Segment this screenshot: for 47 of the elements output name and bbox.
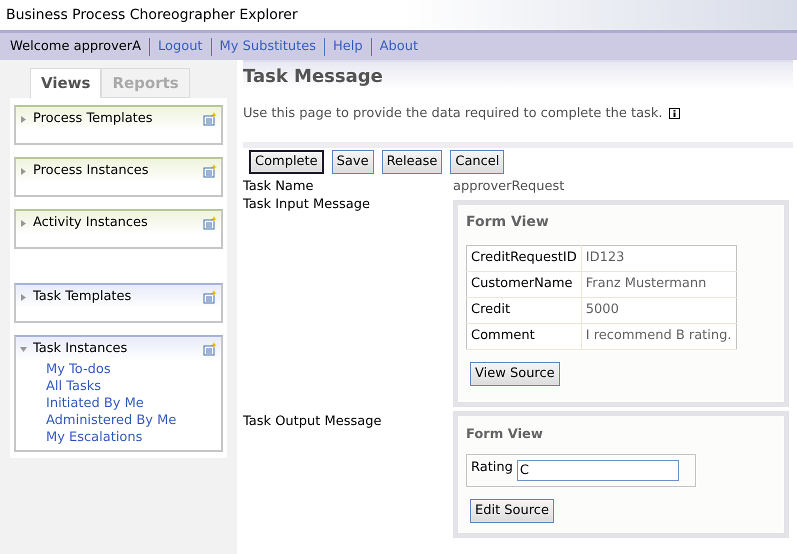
- collapsed-caret-icon[interactable]: [20, 116, 27, 122]
- view-link[interactable]: All Tasks: [46, 378, 221, 395]
- nav-link[interactable]: My Substitutes: [220, 36, 316, 56]
- table-cell: Franz Mustermann: [581, 271, 736, 297]
- field-label: Task Name: [243, 178, 315, 196]
- new-item-icon[interactable]: [203, 112, 217, 126]
- new-item-icon[interactable]: [203, 342, 217, 356]
- action-button[interactable]: Complete: [249, 150, 324, 174]
- table-cell: Credit: [466, 297, 582, 323]
- table-cell: I recommend B rating.: [581, 323, 736, 349]
- field-label: Rating: [470, 458, 514, 476]
- rating-input[interactable]: C: [516, 460, 679, 480]
- table-cell: CreditRequestID: [466, 245, 582, 271]
- form-title: Form View: [466, 212, 550, 230]
- action-button[interactable]: Release: [382, 150, 442, 174]
- nav-link[interactable]: Help: [333, 36, 363, 56]
- nav-link[interactable]: About: [380, 36, 418, 56]
- window-title: Business Process Choreographer Explorer: [6, 6, 298, 24]
- form-title: Form View: [466, 426, 544, 444]
- expanded-caret-icon[interactable]: [20, 346, 27, 352]
- edit-source-button[interactable]: Edit Source: [470, 498, 554, 522]
- new-item-icon[interactable]: [203, 216, 217, 230]
- description-text: Use this page to provide the data required to complete the task.: [243, 105, 662, 123]
- task-name-value: approverRequest: [453, 178, 566, 196]
- table-cell: ID123: [581, 245, 736, 271]
- view-link[interactable]: My To-dos: [46, 361, 221, 378]
- table-cell: 5000: [581, 297, 736, 323]
- collapsed-caret-icon[interactable]: [20, 294, 27, 300]
- view-link[interactable]: My Escalations: [46, 429, 221, 446]
- view-source-button[interactable]: View Source: [470, 362, 560, 386]
- table-cell: CustomerName: [466, 271, 582, 297]
- view-link[interactable]: Initiated By Me: [46, 395, 221, 412]
- nav-link[interactable]: Logout: [158, 36, 203, 56]
- collapsed-caret-icon[interactable]: [20, 220, 27, 226]
- info-icon[interactable]: [668, 108, 680, 120]
- field-label: Task Input Message: [243, 196, 371, 214]
- collapsed-caret-icon[interactable]: [20, 168, 27, 174]
- new-item-icon[interactable]: [203, 164, 217, 178]
- action-button[interactable]: Save: [332, 150, 374, 174]
- new-item-icon[interactable]: [203, 290, 217, 304]
- view-link[interactable]: Administered By Me: [46, 412, 221, 429]
- welcome-text: Welcome approverA: [10, 38, 142, 56]
- field-label: Task Output Message: [243, 412, 382, 430]
- page-title: Task Message: [243, 64, 383, 88]
- sidebar-tab[interactable]: Views: [30, 68, 102, 98]
- action-button[interactable]: Cancel: [450, 150, 504, 174]
- table-cell: Comment: [466, 323, 582, 349]
